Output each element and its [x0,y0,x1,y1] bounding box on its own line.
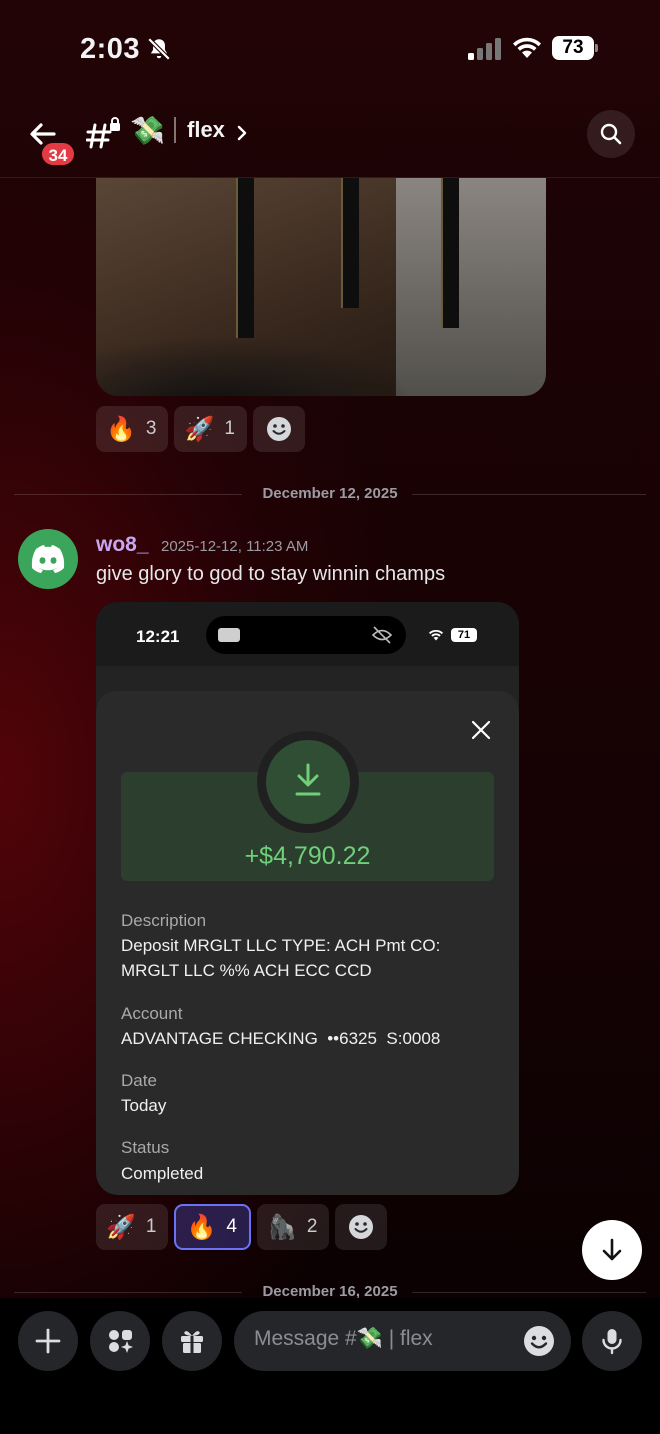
message-timestamp: 2025-12-12, 11:23 AM [161,538,309,555]
discord-logo-icon [31,545,65,573]
message-input[interactable]: Message #💸 | flex [234,1311,571,1371]
transaction-amount: +$4,790.22 [244,842,371,870]
reaction-gorilla[interactable]: 🦍 2 [256,1204,330,1250]
embedded-wifi-icon [429,629,443,641]
apps-button[interactable] [90,1311,150,1371]
unread-badge: 34 [40,141,76,167]
battery-percent: 73 [562,37,584,58]
deposit-icon-badge [266,740,350,824]
reaction-count: 1 [145,1216,157,1237]
smiley-icon [349,1215,374,1239]
cellular-signal-icon [468,38,501,60]
reaction-count: 4 [226,1216,237,1237]
arrow-down-icon [602,1238,622,1261]
battery-indicator: 73 [552,36,598,60]
embedded-status-bar: 12:21 71 [96,602,519,666]
plus-icon [35,1328,61,1354]
add-attachment-button[interactable] [18,1311,78,1371]
account-value: ADVANTAGE CHECKING ••6325 S:0008 [121,1029,441,1048]
embedded-battery: 71 [451,628,477,642]
reaction-count: 3 [145,418,157,439]
account-label: Account [121,1004,183,1023]
channel-name[interactable]: flex [187,117,225,143]
search-button[interactable] [587,110,635,158]
rocket-emoji-icon: 🚀 [184,415,215,443]
rocket-emoji-icon: 🚀 [106,1213,136,1241]
reactions-row: 🔥 3 🚀 1 [96,406,305,452]
reactions-row: 🚀 1 🔥 4 🦍 2 [96,1204,388,1250]
apps-sparkle-icon [109,1330,133,1353]
dynamic-island [206,616,406,654]
wifi-icon [513,37,541,58]
add-reaction-button[interactable] [335,1204,388,1250]
description-value: Deposit MRGLT LLC TYPE: ACH Pmt CO: MRGL… [121,936,441,980]
gift-button[interactable] [162,1311,222,1371]
status-time: 2:03 [80,33,141,65]
transaction-sheet: +$4,790.22 Description Deposit MRGLT LLC… [96,691,519,1195]
bell-muted-icon [147,37,171,61]
status-bar: 2:03 73 [0,0,660,100]
gift-icon [181,1331,203,1353]
locked-channel-hash-icon [86,117,120,149]
date-value: Today [121,1096,167,1115]
reaction-rocket[interactable]: 🚀 1 [174,406,247,452]
reaction-count: 1 [224,418,235,439]
message-text: give glory to god to stay winnin champs [96,563,446,585]
eye-slash-icon [372,626,392,644]
gorilla-emoji-icon: 🦍 [266,1213,297,1241]
date-label: Date [121,1071,157,1090]
chevron-right-icon[interactable] [236,124,248,142]
fire-emoji-icon: 🔥 [106,415,136,443]
photo-attachment[interactable] [96,178,546,396]
description-label: Description [121,911,207,930]
date-divider: December 12, 2025 [14,484,646,504]
add-reaction-button[interactable] [252,406,305,452]
voice-message-button[interactable] [582,1311,642,1371]
message-author[interactable]: wo8_ [96,533,149,557]
embedded-time: 12:21 [136,627,180,646]
message-input-placeholder: Message #💸 | flex [254,1327,433,1350]
emoji-picker-icon[interactable] [522,1324,556,1358]
fire-emoji-icon: 🔥 [186,1213,217,1241]
reaction-count: 2 [306,1216,318,1237]
jump-to-present-button[interactable] [582,1220,642,1280]
channel-header: 34 💸 flex [0,100,660,178]
reaction-fire[interactable]: 🔥 3 [96,406,169,452]
close-icon [471,720,491,740]
channel-emoji: 💸 [130,115,165,146]
status-value: Completed [121,1164,204,1183]
screenshot-attachment[interactable]: 12:21 71 +$4,790.22 Description Deposit … [96,602,519,1195]
status-label: Status [121,1138,170,1157]
reaction-fire-selected[interactable]: 🔥 4 [174,1204,251,1250]
reaction-rocket[interactable]: 🚀 1 [96,1204,169,1250]
search-icon [600,123,622,145]
download-arrow-icon [295,763,321,796]
microphone-icon [602,1329,622,1355]
header-separator [174,117,176,143]
avatar[interactable] [18,529,78,589]
smiley-icon [266,417,291,441]
message-composer-bar: Message #💸 | flex [0,1298,660,1434]
